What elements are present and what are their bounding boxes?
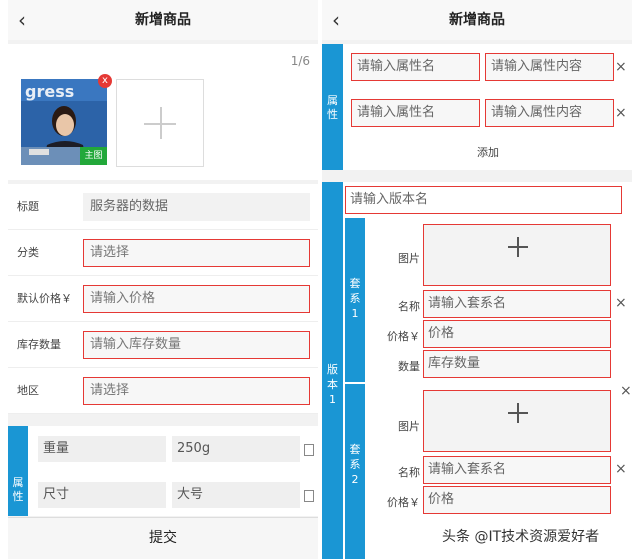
name-label: 名称	[398, 466, 420, 479]
header-bar: ‹ 新增商品	[322, 0, 632, 40]
set-name-input[interactable]: 请输入套系名	[423, 456, 611, 484]
stock-input[interactable]: 请输入库存数量	[83, 331, 310, 359]
image-upload-area: 1/6 gress x 主图	[8, 44, 318, 180]
add-image-button[interactable]	[116, 79, 204, 167]
field-label: 库存数量	[17, 338, 61, 351]
form-row-category: 分类 请选择	[8, 230, 318, 276]
set-tab: 套 系 2	[345, 384, 365, 559]
price-label: 价格￥	[387, 496, 420, 509]
title-input[interactable]: 服务器的数据	[83, 193, 310, 221]
price-label: 价格￥	[387, 330, 420, 343]
field-label: 默认价格￥	[17, 292, 72, 305]
price-input[interactable]: 请输入价格	[83, 285, 310, 313]
region-select[interactable]: 请选择	[83, 377, 310, 405]
form-row-region: 地区 请选择	[8, 368, 318, 414]
remove-attr-icon[interactable]	[304, 444, 314, 456]
close-icon[interactable]: ×	[615, 462, 627, 476]
attributes-tab: 属 性	[322, 44, 343, 170]
form-row-price: 默认价格￥ 请输入价格	[8, 276, 318, 322]
close-icon[interactable]: ×	[615, 106, 627, 120]
add-image-button[interactable]	[423, 390, 611, 452]
watermark: 头条 @IT技术资源爱好者	[442, 529, 600, 545]
attr-value-input[interactable]: 请输入属性内容	[485, 53, 614, 81]
set-stock-input[interactable]: 库存数量	[423, 350, 611, 378]
attr-value-input[interactable]: 大号	[172, 482, 300, 508]
attributes-section: 属 性 请输入属性名 请输入属性内容 × 请输入属性名 请输入属性内容 × 添加	[322, 44, 632, 170]
set-price-input[interactable]: 价格	[423, 320, 611, 348]
close-icon[interactable]: ×	[620, 384, 632, 398]
version-tab: 版 本 1	[322, 182, 343, 559]
attr-value-input[interactable]: 请输入属性内容	[485, 99, 614, 127]
close-icon[interactable]: ×	[615, 60, 627, 74]
image-count: 1/6	[290, 54, 310, 68]
set-tab: 套 系 1	[345, 218, 365, 382]
page-title: 新增商品	[449, 12, 505, 28]
name-label: 名称	[398, 300, 420, 313]
attr-name-input[interactable]: 尺寸	[38, 482, 166, 508]
field-label: 分类	[17, 246, 39, 259]
attr-name-input[interactable]: 请输入属性名	[351, 99, 480, 127]
left-screen: ‹ 新增商品 1/6 gress x 主图 标题 服务器的数据 分类 请选择 默…	[8, 0, 318, 559]
field-label: 地区	[17, 384, 39, 397]
add-attribute-button[interactable]: 添加	[344, 144, 632, 160]
remove-photo-button[interactable]: x	[98, 74, 112, 88]
header-bar: ‹ 新增商品	[8, 0, 318, 40]
product-form: 标题 服务器的数据 分类 请选择 默认价格￥ 请输入价格 库存数量 请输入库存数…	[8, 184, 318, 414]
field-label: 标题	[17, 200, 39, 213]
form-row-stock: 库存数量 请输入库存数量	[8, 322, 318, 368]
set-name-input[interactable]: 请输入套系名	[423, 290, 611, 318]
attr-name-input[interactable]: 重量	[38, 436, 166, 462]
attributes-tab: 属 性	[8, 426, 28, 516]
set-card-1: 套 系 1 图片 名称 请输入套系名 × 价格￥ 价格 数量 库存数量	[345, 218, 627, 382]
right-screen: ‹ 新增商品 属 性 请输入属性名 请输入属性内容 × 请输入属性名 请输入属性…	[322, 0, 632, 559]
attr-value-input[interactable]: 250g	[172, 436, 300, 462]
remove-attr-icon[interactable]	[304, 490, 314, 502]
image-label: 图片	[398, 252, 420, 265]
page-title: 新增商品	[135, 12, 191, 28]
form-row-title: 标题 服务器的数据	[8, 184, 318, 230]
image-label: 图片	[398, 420, 420, 433]
attributes-section: 属 性 重量 250g 尺寸 大号	[8, 426, 318, 516]
attr-name-input[interactable]: 请输入属性名	[351, 53, 480, 81]
add-image-button[interactable]	[423, 224, 611, 286]
close-icon[interactable]: ×	[615, 296, 627, 310]
version-section: 版 本 1 请输入版本名 套 系 1 图片 名称 请输入套系名 × 价格￥ 价格…	[322, 182, 632, 559]
svg-text:gress: gress	[25, 82, 74, 101]
category-select[interactable]: 请选择	[83, 239, 310, 267]
stock-label: 数量	[398, 360, 420, 373]
main-image-tag: 主图	[80, 147, 107, 165]
version-name-input[interactable]: 请输入版本名	[345, 186, 622, 214]
set-price-input[interactable]: 价格	[423, 486, 611, 514]
submit-button[interactable]: 提交	[8, 517, 318, 559]
